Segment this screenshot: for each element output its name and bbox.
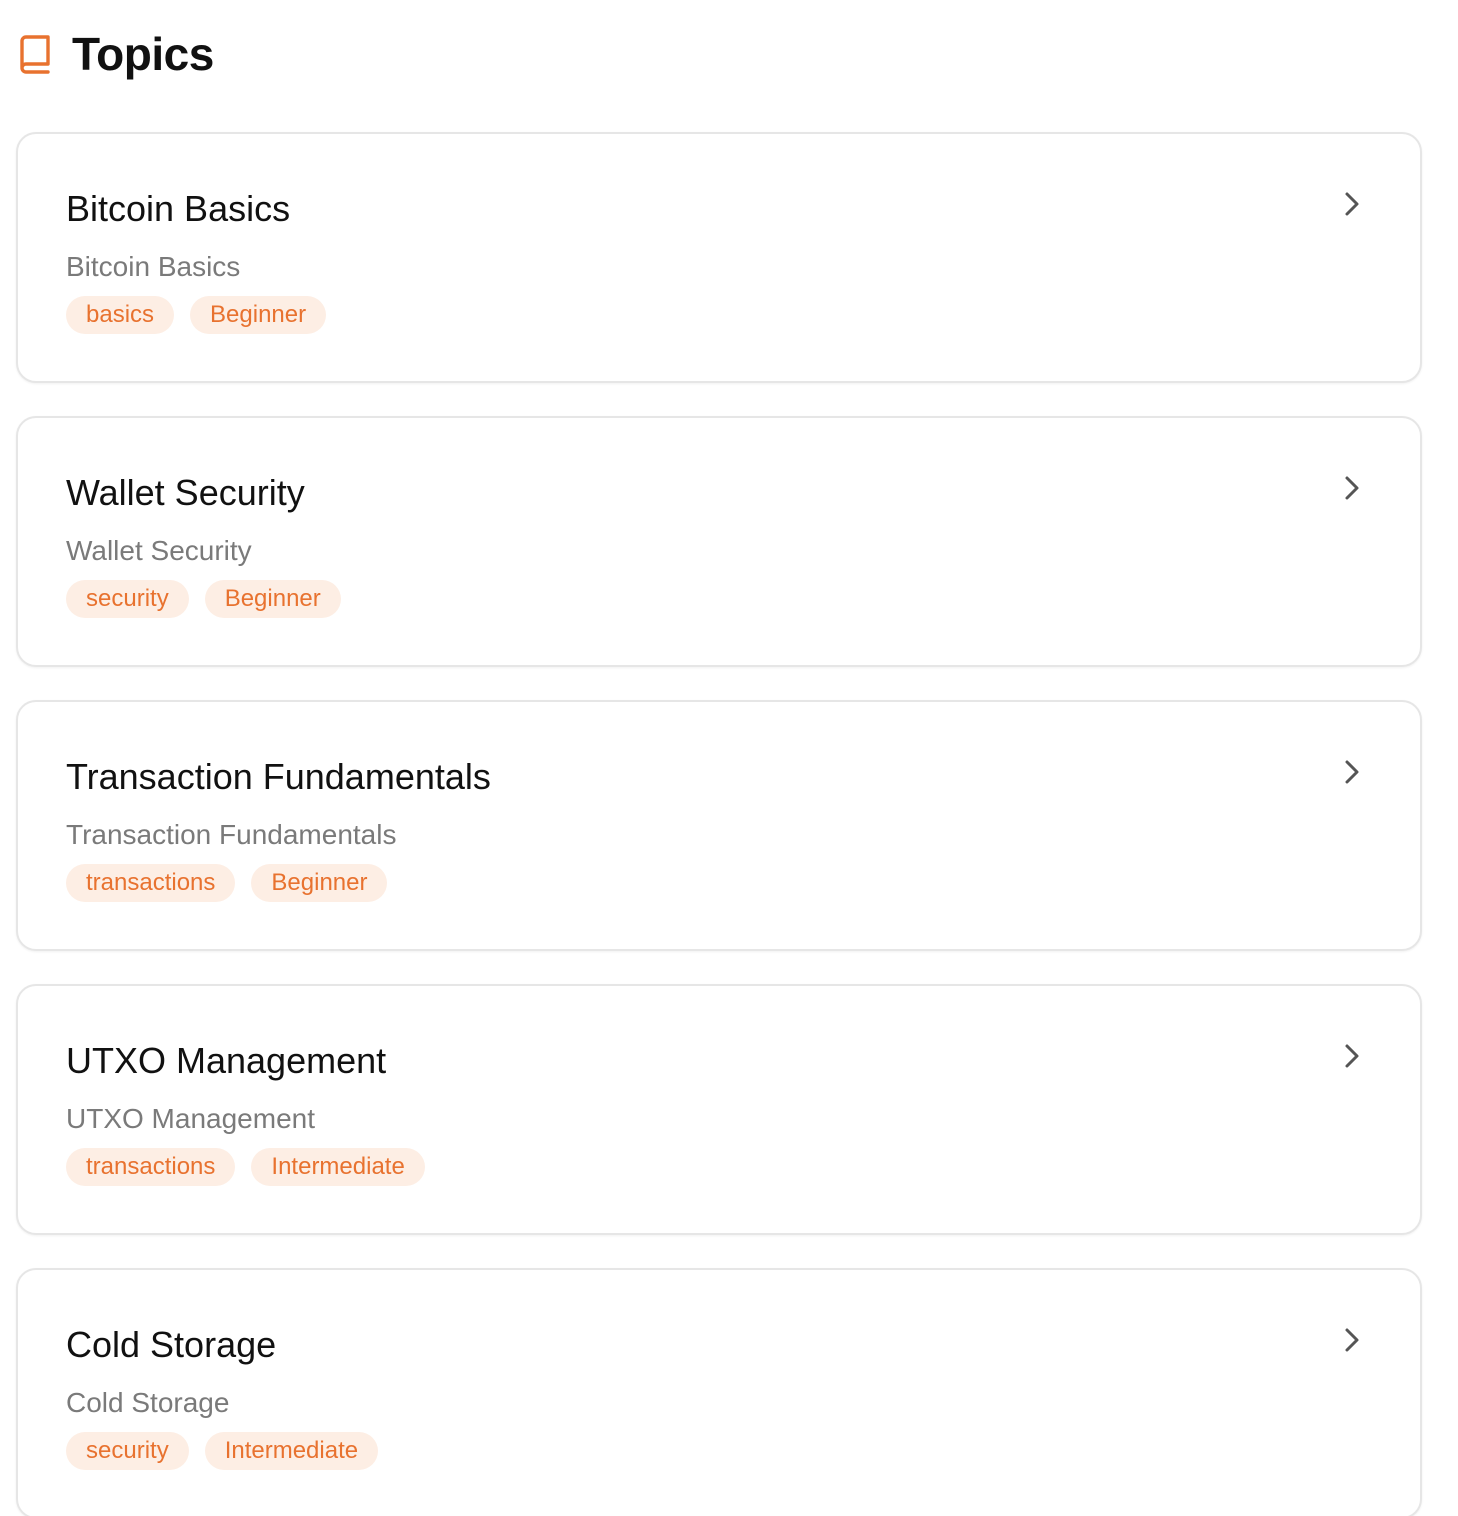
topic-tags: basics Beginner (66, 296, 327, 334)
topic-tags: transactions Intermediate (66, 1148, 425, 1186)
category-tag: security (66, 1432, 189, 1470)
category-tag: basics (66, 296, 175, 334)
category-tag: security (66, 580, 189, 618)
book-icon (18, 34, 54, 74)
chevron-right-icon (1345, 760, 1359, 784)
topic-subtitle: Bitcoin Basics (66, 251, 241, 282)
topic-title: Wallet Security (66, 472, 305, 513)
page-header: Topics (18, 24, 214, 84)
topic-title: Transaction Fundamentals (66, 756, 491, 797)
level-tag: Beginner (251, 864, 388, 902)
topic-subtitle: Transaction Fundamentals (66, 819, 397, 850)
topic-tags: security Beginner (66, 580, 341, 618)
chevron-right-icon (1345, 476, 1359, 500)
topic-card[interactable]: Bitcoin Basics Bitcoin Basics basics Beg… (16, 132, 1422, 383)
topic-tags: transactions Beginner (66, 864, 388, 902)
topic-card[interactable]: Cold Storage Cold Storage security Inter… (16, 1268, 1422, 1516)
chevron-right-icon (1345, 1328, 1359, 1352)
level-tag: Intermediate (204, 1432, 379, 1470)
category-tag: transactions (66, 864, 236, 902)
topic-tags: security Intermediate (66, 1432, 379, 1470)
topic-title: Cold Storage (66, 1324, 277, 1365)
chevron-right-icon (1345, 1044, 1359, 1068)
level-tag: Beginner (190, 296, 327, 334)
topic-subtitle: UTXO Management (66, 1103, 315, 1134)
level-tag: Beginner (204, 580, 341, 618)
topic-title: UTXO Management (66, 1040, 387, 1081)
category-tag: transactions (66, 1148, 236, 1186)
topic-card[interactable]: Transaction Fundamentals Transaction Fun… (16, 700, 1422, 951)
topic-subtitle: Wallet Security (66, 535, 252, 566)
page-title: Topics (72, 28, 214, 80)
topic-title: Bitcoin Basics (66, 188, 291, 229)
topic-card[interactable]: Wallet Security Wallet Security security… (16, 416, 1422, 667)
topics-page: Topics Bitcoin Basics Bitcoin Basics bas… (0, 0, 1458, 1516)
topic-card[interactable]: UTXO Management UTXO Management transact… (16, 984, 1422, 1235)
level-tag: Intermediate (251, 1148, 425, 1186)
chevron-right-icon (1345, 192, 1359, 216)
topic-list: Bitcoin Basics Bitcoin Basics basics Beg… (16, 132, 1422, 1516)
topic-subtitle: Cold Storage (66, 1387, 230, 1418)
